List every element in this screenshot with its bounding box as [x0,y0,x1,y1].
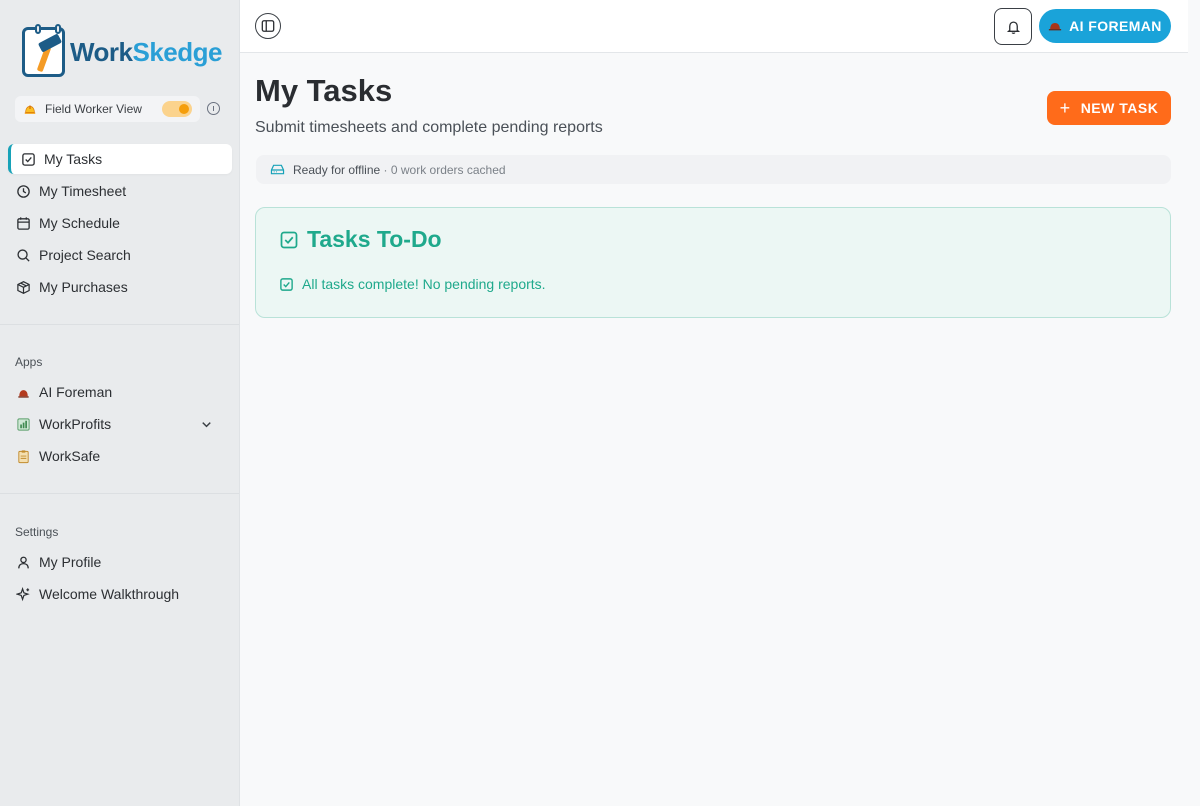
tasks-todo-card: Tasks To-Do All tasks complete! No pendi… [255,207,1171,318]
check-square-icon [280,277,293,291]
field-worker-view-toggle[interactable]: Field Worker View [15,96,200,122]
hardhat-icon [24,105,36,114]
sidebar-item-my-timesheet[interactable]: My Timesheet [8,176,232,206]
calendar-hammer-icon [22,24,65,77]
hardhat-icon [1049,22,1062,31]
offline-status-text: Ready for offline [293,162,381,177]
chart-icon [17,417,30,431]
bell-icon [1006,21,1021,34]
package-icon [17,280,30,294]
sidebar-divider [0,493,239,494]
field-worker-view-label: Field Worker View [45,102,142,116]
check-square-icon [280,231,298,248]
offline-cache-count: · 0 work orders cached [383,162,506,177]
plus-icon: + [1059,97,1071,118]
sidebar-item-my-profile[interactable]: My Profile [8,547,232,577]
toggle-switch[interactable] [162,101,192,117]
brand-name: WorkSkedge [69,36,223,67]
hard-drive-icon [270,164,285,175]
check-square-icon [22,152,35,166]
toggle-sidebar-button[interactable] [255,13,281,39]
offline-status-bar: Ready for offline · 0 work orders cached [256,155,1171,184]
clipboard-icon [18,449,29,463]
workskedge-logo[interactable]: WorkSkedge [22,24,223,79]
tasks-complete-message: All tasks complete! No pending reports. [279,276,546,292]
sidebar-item-project-search[interactable]: Project Search [8,240,232,270]
ai-foreman-button[interactable]: AI FOREMAN [1039,9,1171,43]
sidebar-item-my-purchases[interactable]: My Purchases [8,272,232,302]
top-bar: AI FOREMAN [240,0,1188,53]
tasks-todo-title: Tasks To-Do [279,226,442,253]
hardhat-icon [18,389,29,398]
apps-section-label: Apps [15,355,43,369]
chevron-down-icon[interactable] [199,417,214,432]
sidebar: WorkSkedge Field Worker View My Tasks My… [0,0,240,806]
clock-icon [17,184,30,198]
page-subtitle: Submit timesheets and complete pending r… [255,119,603,136]
page-title: My Tasks [255,73,393,108]
sidebar-item-my-schedule[interactable]: My Schedule [8,208,232,238]
info-icon[interactable] [207,102,220,115]
new-task-button[interactable]: + NEW TASK [1047,91,1171,125]
sidebar-item-my-tasks[interactable]: My Tasks [8,144,232,174]
settings-section-label: Settings [15,525,59,539]
user-icon [18,556,29,568]
sidebar-panel-icon [261,20,275,32]
sidebar-item-worksafe[interactable]: WorkSafe [8,441,232,471]
search-icon [17,248,30,262]
calendar-icon [17,216,30,230]
sidebar-item-workprofits[interactable]: WorkProfits [8,409,232,439]
sidebar-item-welcome-walkthrough[interactable]: Welcome Walkthrough [8,579,232,609]
sparkle-icon [16,586,30,601]
sidebar-divider [0,324,239,325]
notifications-button[interactable] [994,8,1032,45]
sidebar-item-ai-foreman[interactable]: AI Foreman [8,377,232,407]
